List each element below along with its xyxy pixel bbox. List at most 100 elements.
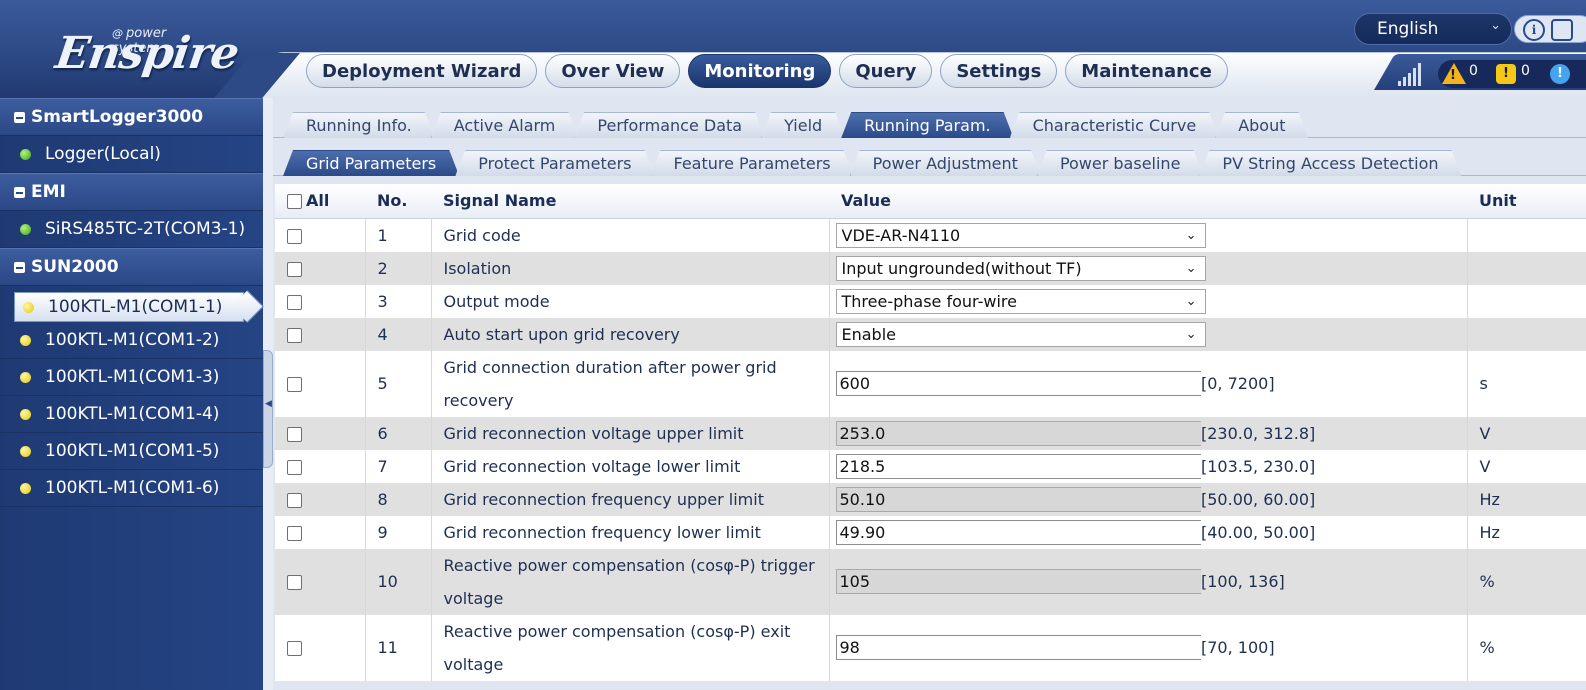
value-input[interactable]: 218.5 bbox=[835, 453, 1208, 479]
row-checkbox[interactable] bbox=[287, 641, 302, 656]
row-number: 10 bbox=[365, 548, 432, 615]
value-unit bbox=[1467, 251, 1586, 285]
signal-strength-icon bbox=[1396, 62, 1422, 86]
value-cell: Input ungrounded(without TF) ⌄ bbox=[829, 251, 1206, 285]
select-all-checkbox[interactable] bbox=[287, 194, 302, 210]
param-tab-protect-parameters[interactable]: Protect Parameters bbox=[455, 150, 654, 176]
tab-about[interactable]: About bbox=[1215, 112, 1308, 138]
value-select[interactable]: Three-phase four-wire ⌄ bbox=[835, 288, 1206, 314]
value-cell: 98 bbox=[829, 614, 1208, 681]
header-value: Value bbox=[829, 184, 1201, 219]
tab-performance-data[interactable]: Performance Data bbox=[574, 112, 765, 138]
value-readonly-field: 105 bbox=[835, 569, 1208, 594]
value-unit bbox=[1467, 284, 1586, 318]
main-tab-settings[interactable]: Settings bbox=[940, 54, 1058, 88]
info-icon[interactable]: i bbox=[1523, 19, 1545, 41]
value-cell: Enable ⌄ bbox=[829, 317, 1206, 351]
param-tab-power-baseline[interactable]: Power baseline bbox=[1037, 150, 1203, 176]
row-checkbox[interactable] bbox=[287, 261, 302, 277]
row-checkbox[interactable] bbox=[287, 525, 302, 541]
logo-tagline: power system bbox=[112, 26, 216, 56]
chevron-down-icon: ⌄ bbox=[1185, 293, 1197, 309]
main-tab-over-view[interactable]: Over View bbox=[545, 54, 681, 88]
row-checkbox[interactable] bbox=[287, 228, 302, 244]
main-tab-deployment-wizard[interactable]: Deployment Wizard bbox=[306, 54, 538, 88]
value-readonly-field: 253.0 bbox=[835, 420, 1208, 446]
sidebar-device-item[interactable]: Logger(Local) bbox=[0, 136, 263, 173]
signal-name: Reactive power compensation (cosφ-P) tri… bbox=[431, 548, 830, 615]
signal-name: Grid reconnection voltage lower limit bbox=[431, 449, 830, 483]
alarm-counters[interactable]: ! 0 ! 0 ! bbox=[1438, 60, 1586, 88]
value-range: [0, 7200] bbox=[1201, 350, 1468, 417]
main-tab-maintenance[interactable]: Maintenance bbox=[1065, 54, 1228, 88]
param-tab-grid-parameters[interactable]: Grid Parameters bbox=[283, 150, 459, 176]
param-tabs-row: Grid Parameters Protect Parameters Feature… bbox=[273, 146, 1586, 176]
value-range bbox=[1201, 218, 1468, 252]
value-range: [103.5, 230.0] bbox=[1201, 449, 1468, 483]
tab-active-alarm[interactable]: Active Alarm bbox=[431, 112, 579, 138]
row-select-cell bbox=[275, 515, 366, 549]
table-row: 4 Auto start upon grid recovery Enable ⌄ bbox=[275, 317, 1586, 351]
status-yellow-dot-icon bbox=[23, 301, 34, 313]
value-select[interactable]: Enable ⌄ bbox=[835, 321, 1206, 347]
value-unit: Hz bbox=[1467, 482, 1586, 516]
value-input[interactable]: 600 bbox=[835, 371, 1208, 396]
value-range bbox=[1201, 251, 1468, 285]
row-select-cell bbox=[275, 218, 366, 252]
row-checkbox[interactable] bbox=[287, 294, 302, 310]
logout-icon[interactable] bbox=[1551, 19, 1573, 41]
sidebar-device-label: 100KTL-M1(COM1-3) bbox=[45, 367, 220, 387]
value-unit: V bbox=[1467, 449, 1586, 483]
tab-characteristic-curve[interactable]: Characteristic Curve bbox=[1010, 112, 1220, 138]
sidebar-group-sun2000[interactable]: SUN2000 bbox=[0, 248, 263, 286]
tab-running-param[interactable]: Running Param. bbox=[841, 112, 1013, 138]
chevron-down-icon: ⌄ bbox=[1185, 326, 1197, 342]
value-cell: 600 bbox=[829, 350, 1208, 417]
row-select-cell bbox=[275, 317, 366, 351]
sidebar-device-item[interactable]: 100KTL-M1(COM1-3) bbox=[0, 359, 263, 396]
sidebar-device-item[interactable]: SiRS485TC-2T(COM3-1) bbox=[0, 211, 263, 248]
select-all-header[interactable]: All bbox=[275, 184, 365, 219]
param-tab-pv-string-access-detection[interactable]: PV String Access Detection bbox=[1199, 150, 1461, 176]
main-tab-query[interactable]: Query bbox=[839, 54, 933, 88]
sidebar-device-item[interactable]: 100KTL-M1(COM1-5) bbox=[0, 433, 263, 470]
sidebar-device-item[interactable]: 100KTL-M1(COM1-4) bbox=[0, 396, 263, 433]
row-checkbox[interactable] bbox=[287, 377, 302, 392]
row-checkbox[interactable] bbox=[287, 327, 302, 343]
major-alarm-count: 0 bbox=[1469, 63, 1478, 79]
status-green-dot-icon bbox=[20, 223, 31, 235]
main-tab-monitoring[interactable]: Monitoring bbox=[688, 54, 832, 88]
param-tab-power-adjustment[interactable]: Power Adjustment bbox=[850, 150, 1041, 176]
tab-running-info[interactable]: Running Info. bbox=[283, 112, 435, 138]
sidebar-collapse-handle[interactable]: ◀ bbox=[263, 350, 273, 468]
collapse-minus-icon[interactable] bbox=[14, 111, 25, 123]
row-checkbox[interactable] bbox=[287, 459, 302, 475]
sidebar-group-emi[interactable]: EMI bbox=[0, 173, 263, 211]
language-select[interactable]: English ⌄ bbox=[1354, 13, 1512, 45]
value-range: [230.0, 312.8] bbox=[1201, 416, 1468, 450]
sidebar-group-title: SmartLogger3000 bbox=[31, 107, 204, 127]
tab-yield[interactable]: Yield bbox=[761, 112, 845, 138]
signal-name: Grid connection duration after power gri… bbox=[431, 350, 830, 417]
value-select[interactable]: VDE-AR-N4110 ⌄ bbox=[835, 222, 1206, 248]
value-input[interactable]: 49.90 bbox=[835, 519, 1208, 545]
collapse-minus-icon[interactable] bbox=[14, 261, 25, 273]
row-checkbox[interactable] bbox=[287, 492, 302, 508]
value-select[interactable]: Input ungrounded(without TF) ⌄ bbox=[835, 255, 1206, 281]
sidebar-device-item[interactable]: 100KTL-M1(COM1-1) bbox=[14, 292, 244, 322]
status-area: ! 0 ! 0 ! bbox=[1390, 56, 1586, 92]
value-input[interactable]: 98 bbox=[835, 635, 1208, 660]
row-number: 9 bbox=[365, 515, 432, 549]
row-checkbox[interactable] bbox=[287, 575, 302, 590]
param-tab-feature-parameters[interactable]: Feature Parameters bbox=[650, 150, 853, 176]
top-header: Enspire power system English ⌄ i Deploym… bbox=[0, 0, 1586, 98]
collapse-minus-icon[interactable] bbox=[14, 186, 25, 198]
sidebar-device-item[interactable]: 100KTL-M1(COM1-2) bbox=[0, 322, 263, 359]
header-signal-name: Signal Name bbox=[431, 184, 829, 219]
value-unit bbox=[1467, 317, 1586, 351]
select-value: Enable bbox=[841, 324, 897, 344]
sidebar-device-item[interactable]: 100KTL-M1(COM1-6) bbox=[0, 470, 263, 507]
sidebar-group-smartlogger3000[interactable]: SmartLogger3000 bbox=[0, 98, 263, 136]
row-checkbox[interactable] bbox=[287, 426, 302, 442]
language-value: English bbox=[1377, 19, 1439, 39]
